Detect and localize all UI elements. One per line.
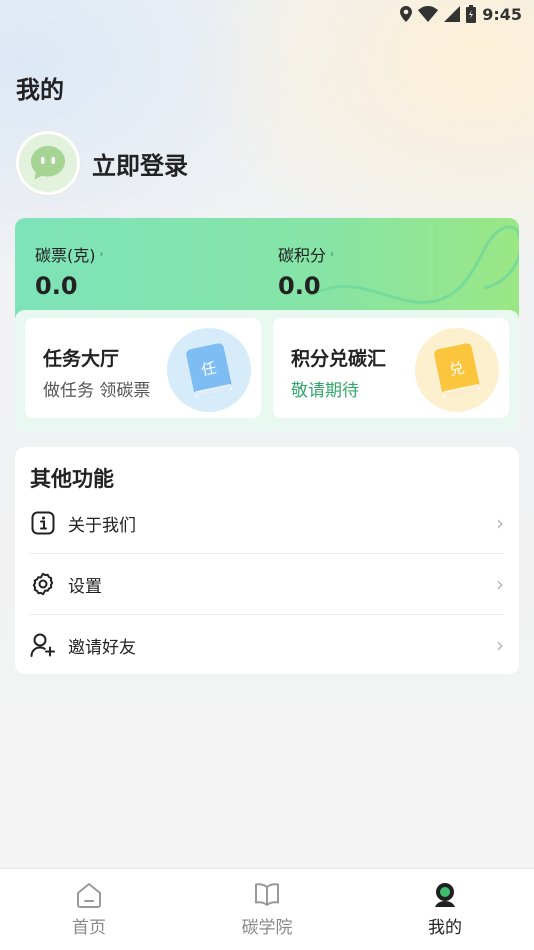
stat-carbon-ticket-value: 0.0 xyxy=(35,272,78,300)
menu-item-about-us[interactable]: 关于我们 › xyxy=(30,493,504,553)
task-book-icon: 任 xyxy=(167,328,251,412)
points-exchange-title: 积分兑碳汇 xyxy=(291,348,387,370)
add-user-icon xyxy=(30,632,56,658)
tab-carbon-academy[interactable]: 碳学院 xyxy=(178,869,356,950)
carbon-card: 碳票(克) › 0.0 碳积分 › 0.0 任务大厅 做任务 领碳票 任 积分兑… xyxy=(15,218,519,432)
chat-bubble-icon xyxy=(31,146,65,180)
wifi-icon xyxy=(418,6,439,22)
tab-home-label: 首页 xyxy=(72,918,106,938)
chevron-right-icon: › xyxy=(330,248,335,260)
gear-icon xyxy=(30,571,56,597)
status-time: 9:45 xyxy=(482,4,522,24)
user-login-row[interactable]: 立即登录 xyxy=(16,130,188,196)
login-text[interactable]: 立即登录 xyxy=(92,146,188,181)
battery-icon xyxy=(466,5,477,23)
tab-mine[interactable]: 我的 xyxy=(356,869,534,950)
status-bar: 9:45 xyxy=(0,0,534,28)
stat-carbon-ticket-label: 碳票(克) xyxy=(35,246,96,265)
carbon-stats-panel: 碳票(克) › 0.0 碳积分 › 0.0 xyxy=(15,218,519,318)
tab-home[interactable]: 首页 xyxy=(0,869,178,950)
profile-icon xyxy=(435,883,455,907)
stat-carbon-points[interactable]: 碳积分 › 0.0 xyxy=(278,242,334,300)
tab-mine-label: 我的 xyxy=(428,918,462,938)
info-icon xyxy=(30,510,56,536)
stat-carbon-points-value: 0.0 xyxy=(278,272,321,300)
signal-icon xyxy=(444,6,461,22)
points-exchange-desc: 敬请期待 xyxy=(291,381,359,401)
points-exchange-card[interactable]: 积分兑碳汇 敬请期待 兑 xyxy=(273,318,509,418)
book-icon xyxy=(255,883,279,906)
stat-carbon-points-label: 碳积分 xyxy=(278,246,327,265)
menu-item-about-us-label: 关于我们 xyxy=(68,515,136,536)
tab-carbon-academy-label: 碳学院 xyxy=(241,918,293,938)
other-functions-card: 其他功能 关于我们 › 设置 › 邀请好友 › xyxy=(15,447,519,674)
location-icon xyxy=(400,6,413,22)
menu-item-settings[interactable]: 设置 › xyxy=(30,554,504,614)
menu-item-settings-label: 设置 xyxy=(68,576,102,597)
task-hall-card[interactable]: 任务大厅 做任务 领碳票 任 xyxy=(25,318,261,418)
home-icon xyxy=(77,883,101,908)
chevron-right-icon: › xyxy=(496,511,504,535)
bottom-tab-bar: 首页 碳学院 我的 xyxy=(0,868,534,950)
page-title: 我的 xyxy=(16,76,64,104)
task-hall-title: 任务大厅 xyxy=(43,348,120,370)
carbon-sub-cards: 任务大厅 做任务 领碳票 任 积分兑碳汇 敬请期待 兑 xyxy=(15,310,519,432)
menu-item-invite-friends-label: 邀请好友 xyxy=(68,637,136,658)
menu-item-invite-friends[interactable]: 邀请好友 › xyxy=(30,615,504,675)
exchange-book-icon: 兑 xyxy=(415,328,499,412)
task-hall-desc: 做任务 领碳票 xyxy=(43,381,151,401)
other-functions-title: 其他功能 xyxy=(30,467,114,491)
avatar[interactable] xyxy=(16,131,80,195)
chevron-right-icon: › xyxy=(99,248,104,260)
chevron-right-icon: › xyxy=(496,572,504,596)
chevron-right-icon: › xyxy=(496,633,504,657)
stat-carbon-ticket[interactable]: 碳票(克) › 0.0 xyxy=(35,242,104,300)
